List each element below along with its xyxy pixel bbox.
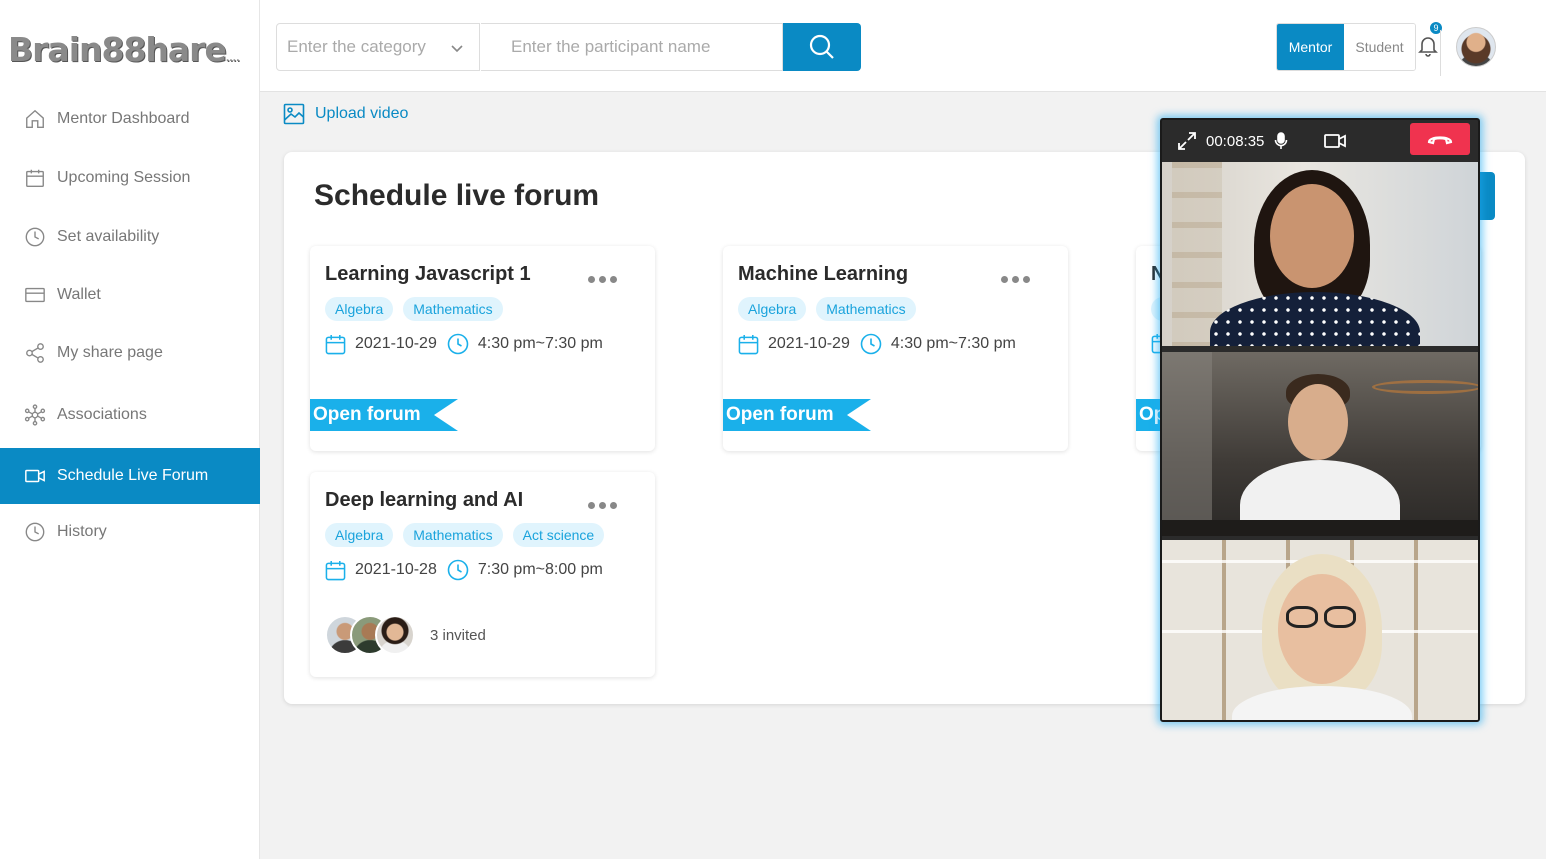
call-toolbar: 00:08:35 [1162,120,1478,162]
upload-video-label: Upload video [315,105,409,122]
video-icon [25,469,45,483]
forum-card: Machine Learning Algebra Mathematics 202… [723,246,1068,451]
sidebar-item-label: My share page [57,344,163,361]
forum-schedule: 2021-10-28 7:30 pm~8:00 pm [325,559,603,581]
tag: Mathematics [816,297,916,321]
more-options-icon[interactable] [588,276,617,283]
participant-video-tile [1162,352,1478,536]
calendar-icon [325,334,346,354]
sidebar-item-wallet[interactable]: Wallet [0,266,260,324]
clock-icon [25,522,45,542]
more-options-icon[interactable] [1001,276,1030,283]
calendar-icon [26,169,44,187]
forum-date: 2021-10-29 [768,335,850,352]
category-placeholder: Enter the category [287,37,426,56]
clock-icon [447,333,469,355]
clock-icon [860,333,882,355]
sidebar-item-my-share-page[interactable]: My share page [0,324,260,382]
brand-logo[interactable]: Brain88hare.... [8,30,240,69]
call-timer: 00:08:35 [1206,132,1265,150]
image-icon [283,103,305,125]
open-forum-button[interactable]: Open forum [723,399,871,431]
invited-count: 3 invited [430,626,486,644]
forum-tags: Algebra Mathematics [738,297,916,321]
more-options-icon[interactable] [588,502,617,509]
network-icon [24,404,46,426]
clock-icon [25,227,45,247]
sidebar-item-history[interactable]: History [0,504,260,560]
user-avatar[interactable] [1456,27,1496,67]
calendar-icon [738,334,759,354]
tag: Algebra [325,523,394,547]
sidebar-item-label: Wallet [57,286,101,303]
sidebar-item-label: Mentor Dashboard [57,110,190,127]
hang-up-icon [1427,136,1453,145]
end-call-button[interactable] [1410,123,1470,155]
search-button[interactable] [783,23,861,71]
tag: Act science [512,523,605,547]
role-toggle: Mentor Student [1276,23,1416,71]
forum-title: Deep learning and AI [325,489,524,511]
participant-avatar [375,615,415,655]
sidebar-item-associations[interactable]: Associations [0,382,260,448]
sidebar-nav: Mentor Dashboard Upcoming Session Set av… [0,90,260,560]
logo-text: Brain88hare [8,30,227,69]
expand-icon[interactable] [1178,132,1196,150]
sidebar: Brain88hare.... Mentor Dashboard Upcomin… [0,0,260,859]
wallet-icon [25,287,45,303]
sidebar-item-set-availability[interactable]: Set availability [0,208,260,266]
forum-time: 7:30 pm~8:00 pm [477,561,603,578]
sidebar-item-label: Set availability [57,228,160,245]
clock-icon [447,559,469,581]
chevron-down-icon [451,45,463,53]
forum-date: 2021-10-28 [355,561,437,578]
microphone-icon[interactable] [1274,132,1288,150]
participant-video-tile [1162,540,1478,720]
participant-search-input[interactable] [481,23,783,71]
forum-card: Deep learning and AI Algebra Mathematics… [310,472,655,677]
sidebar-item-label: Schedule Live Forum [57,467,209,484]
logo-suffix: .... [225,54,240,64]
topbar-divider [1440,30,1441,76]
create-forum-button[interactable] [1479,172,1495,220]
forum-title: Learning Javascript 1 [325,263,531,285]
participant-video-tile [1162,162,1478,346]
forum-time: 4:30 pm~7:30 pm [890,335,1016,352]
upload-video-link[interactable]: Upload video [283,103,408,125]
sidebar-item-mentor-dashboard[interactable]: Mentor Dashboard [0,90,260,148]
page-title: Schedule live forum [314,179,600,212]
sidebar-item-label: Upcoming Session [57,169,191,186]
calendar-icon [325,560,346,580]
forum-card: Learning Javascript 1 Algebra Mathematic… [310,246,655,451]
invited-participants[interactable]: 3 invited [325,615,486,655]
video-call-panel[interactable]: 00:08:35 [1160,118,1480,722]
sidebar-item-label: History [57,523,107,540]
forum-time: 4:30 pm~7:30 pm [477,335,603,352]
top-bar: Enter the category Mentor Student 9 [260,0,1546,92]
mentor-role-button[interactable]: Mentor [1277,24,1345,70]
search-icon [809,34,834,59]
forum-date: 2021-10-29 [355,335,437,352]
bell-icon[interactable] [1418,35,1438,57]
sidebar-item-upcoming-session[interactable]: Upcoming Session [0,148,260,208]
forum-title: Machine Learning [738,263,909,285]
share-icon [26,343,44,363]
tag: Algebra [738,297,807,321]
tag: Mathematics [403,523,503,547]
forum-tags: Algebra Mathematics [325,297,503,321]
open-forum-button[interactable]: Open forum [310,399,458,431]
notification-badge: 9 [1428,20,1444,36]
student-role-button[interactable]: Student [1344,24,1415,70]
camera-icon[interactable] [1324,133,1347,149]
forum-schedule: 2021-10-29 4:30 pm~7:30 pm [738,333,1016,355]
forum-tags: Algebra Mathematics Act science [325,523,605,547]
home-icon [26,109,44,128]
category-select[interactable]: Enter the category [276,23,480,71]
sidebar-item-label: Associations [57,406,147,423]
sidebar-item-schedule-live-forum[interactable]: Schedule Live Forum [0,448,260,504]
tag: Mathematics [403,297,503,321]
forum-schedule: 2021-10-29 4:30 pm~7:30 pm [325,333,603,355]
tag: Algebra [325,297,394,321]
